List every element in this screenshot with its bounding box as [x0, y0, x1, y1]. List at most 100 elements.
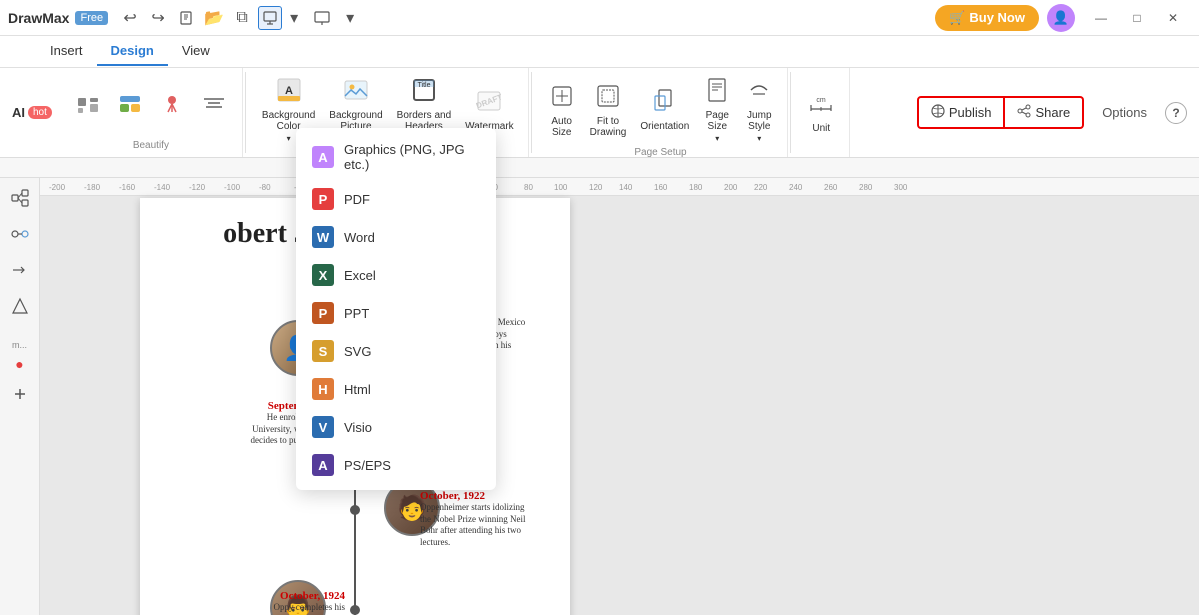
svg-text:140: 140 — [619, 183, 633, 192]
tab-view[interactable]: View — [168, 37, 224, 66]
svg-text:200: 200 — [724, 183, 738, 192]
svg-text:-140: -140 — [154, 183, 171, 192]
main-area: m... ● -200-180-160-140-120-100-80-60-40… — [0, 178, 1199, 615]
export-ppt-item[interactable]: P PPT — [296, 294, 496, 332]
pdf-label: PDF — [344, 192, 370, 207]
tab-home[interactable] — [8, 45, 36, 59]
svg-text:180: 180 — [689, 183, 703, 192]
svg-text:cm: cm — [817, 97, 827, 104]
export-graphics-item[interactable]: A Graphics (PNG, JPG etc.) — [296, 134, 496, 180]
publish-icon — [931, 104, 945, 121]
watermark-icon: DRAFT — [475, 87, 503, 119]
options-button[interactable]: Options — [1092, 99, 1157, 126]
unit-section: cm Unit — [793, 68, 850, 157]
close-button[interactable]: ✕ — [1155, 6, 1191, 30]
canvas-ruler: -200-180-160-140-120-100-80-60-40-200204… — [40, 178, 1199, 196]
graphics-icon: A — [312, 146, 334, 168]
duplicate-button[interactable]: ⧉ — [230, 6, 254, 30]
sidebar-tool-arrow[interactable] — [4, 254, 36, 286]
sidebar-add-button[interactable] — [4, 378, 36, 410]
ppt-label: PPT — [344, 306, 369, 321]
export-pseps-item[interactable]: A PS/EPS — [296, 446, 496, 484]
svg-text:A: A — [285, 85, 293, 97]
tab-design[interactable]: Design — [97, 37, 168, 66]
export-button export-active[interactable] — [258, 6, 282, 30]
ribbon-nav: Insert Design View — [0, 36, 1199, 68]
auto-size-label: AutoSize — [551, 116, 572, 138]
svg-text:-80: -80 — [259, 183, 271, 192]
open-button[interactable]: 📂 — [202, 6, 226, 30]
beautify-section: Beautify — [60, 68, 243, 157]
hot-badge: hot — [28, 106, 52, 119]
plan-badge: Free — [75, 11, 108, 25]
orientation-label: Orientation — [640, 121, 689, 132]
unit-label: Unit — [812, 123, 830, 134]
buy-now-button[interactable]: 🛒 Buy Now — [935, 5, 1039, 31]
fit-drawing-button[interactable]: Fit toDrawing — [584, 78, 633, 142]
export-excel-item[interactable]: X Excel — [296, 256, 496, 294]
svg-label: SVG — [344, 344, 371, 359]
canvas-area[interactable]: -200-180-160-140-120-100-80-60-40-200204… — [40, 178, 1199, 615]
ppt-icon: P — [312, 302, 334, 324]
export-html-item[interactable]: H Html — [296, 370, 496, 408]
title-right: 🛒 Buy Now 👤 — □ ✕ — [935, 4, 1191, 32]
ribbon-right: Publish Share Options ? — [917, 68, 1195, 157]
minimize-button[interactable]: — — [1083, 6, 1119, 30]
beautify-btn-4[interactable] — [194, 86, 234, 126]
user-avatar[interactable]: 👤 — [1047, 4, 1075, 32]
beautify-btn-2[interactable] — [110, 86, 150, 126]
graphics-label: Graphics (PNG, JPG etc.) — [344, 142, 480, 172]
visio-icon: V — [312, 416, 334, 438]
share-label: Share — [1035, 105, 1070, 120]
beautify-btn-3[interactable] — [152, 86, 192, 126]
tab-insert[interactable]: Insert — [36, 37, 97, 66]
export-word-item[interactable]: W Word — [296, 218, 496, 256]
unit-button[interactable]: cm Unit — [801, 85, 841, 138]
cart-icon: 🛒 — [949, 10, 965, 26]
orientation-button[interactable]: Orientation — [634, 83, 695, 136]
svg-icon: S — [312, 340, 334, 362]
export-svg-item[interactable]: S SVG — [296, 332, 496, 370]
html-icon: H — [312, 378, 334, 400]
jump-style-button[interactable]: JumpStyle ▾ — [739, 72, 779, 147]
export-pdf-item[interactable]: P PDF — [296, 180, 496, 218]
red-dot-icon: ● — [15, 356, 23, 372]
pseps-label: PS/EPS — [344, 458, 391, 473]
export-visio-item[interactable]: V Visio — [296, 408, 496, 446]
new-button[interactable] — [174, 6, 198, 30]
dropdown-arrow-button[interactable]: ▾ — [282, 6, 306, 30]
maximize-button[interactable]: □ — [1119, 6, 1155, 30]
fit-drawing-label: Fit toDrawing — [590, 116, 627, 138]
more-button[interactable]: ▾ — [338, 6, 362, 30]
sidebar-tool-connect[interactable] — [4, 218, 36, 250]
visio-label: Visio — [344, 420, 372, 435]
svg-text:Title: Title — [417, 82, 430, 89]
undo-button[interactable]: ↩ — [118, 6, 142, 30]
event-text-4: Oppy completes his undergraduate and enr… — [235, 602, 345, 615]
page-setup-buttons: AutoSize Fit toDrawing Orientation PageS… — [542, 72, 780, 147]
ai-section: AI hot — [4, 68, 60, 157]
present-button[interactable] — [310, 6, 334, 30]
beautify-btn-1[interactable] — [68, 86, 108, 126]
share-button[interactable]: Share — [1005, 96, 1084, 129]
export-dropdown: A Graphics (PNG, JPG etc.) P PDF W Word … — [296, 128, 496, 490]
borders-icon: Title — [410, 76, 438, 108]
buy-now-label: Buy Now — [969, 10, 1025, 25]
publish-button[interactable]: Publish — [917, 96, 1006, 129]
svg-text:80: 80 — [524, 183, 533, 192]
svg-text:-160: -160 — [119, 183, 136, 192]
ai-label: AI — [12, 105, 25, 120]
svg-text:-200: -200 — [49, 183, 66, 192]
jump-style-icon — [745, 76, 773, 108]
pseps-icon: A — [312, 454, 334, 476]
sidebar-tool-diagram[interactable] — [4, 182, 36, 214]
auto-size-button[interactable]: AutoSize — [542, 78, 582, 142]
svg-text:120: 120 — [589, 183, 603, 192]
divider-1 — [245, 72, 246, 153]
redo-button[interactable]: ↪ — [146, 6, 170, 30]
ruler — [44, 158, 1195, 178]
help-button[interactable]: ? — [1165, 102, 1187, 124]
page-size-button[interactable]: PageSize ▾ — [697, 72, 737, 147]
sidebar-tool-shape[interactable] — [4, 290, 36, 322]
timeline-dot-3 — [350, 505, 360, 515]
